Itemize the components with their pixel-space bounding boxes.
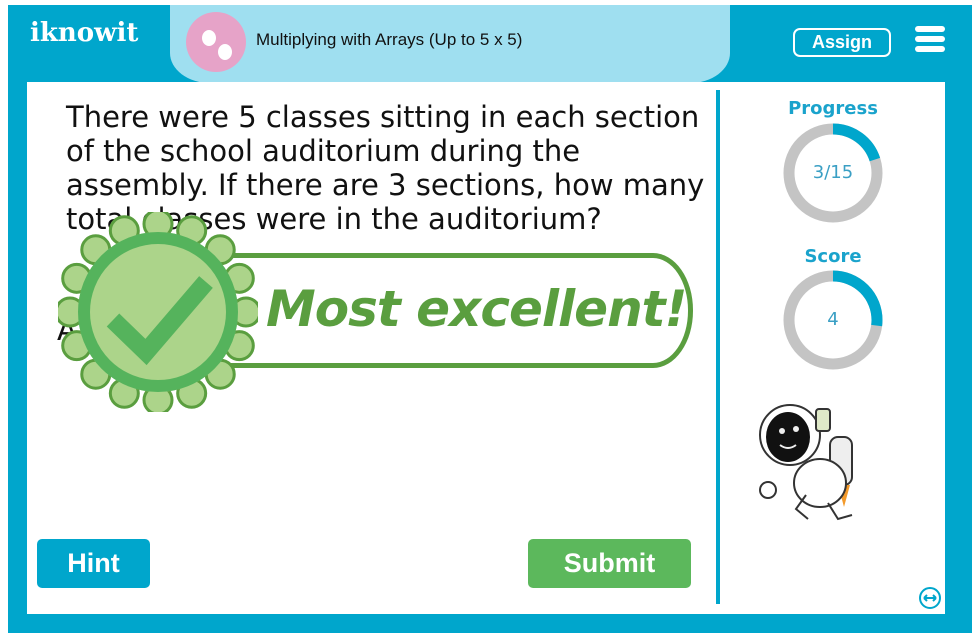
iknowit-logo[interactable]: iknowit bbox=[30, 18, 138, 48]
score-label: Score bbox=[804, 246, 862, 267]
check-seal-icon bbox=[58, 212, 258, 412]
expand-icon[interactable] bbox=[918, 586, 942, 610]
progress-label: Progress bbox=[788, 98, 878, 119]
divider bbox=[716, 90, 720, 604]
lesson-title: Multiplying with Arrays (Up to 5 x 5) bbox=[256, 30, 523, 49]
astronaut-mascot bbox=[759, 404, 853, 521]
topic-icon bbox=[186, 12, 246, 72]
progress-value: 3/15 bbox=[812, 162, 854, 183]
hint-button[interactable]: Hint bbox=[37, 539, 150, 588]
hamburger-icon[interactable] bbox=[915, 26, 945, 54]
submit-button[interactable]: Submit bbox=[528, 539, 691, 588]
score-value: 4 bbox=[827, 309, 839, 330]
assign-button[interactable]: Assign bbox=[793, 28, 891, 57]
feedback-message: Most excellent! bbox=[266, 280, 687, 338]
